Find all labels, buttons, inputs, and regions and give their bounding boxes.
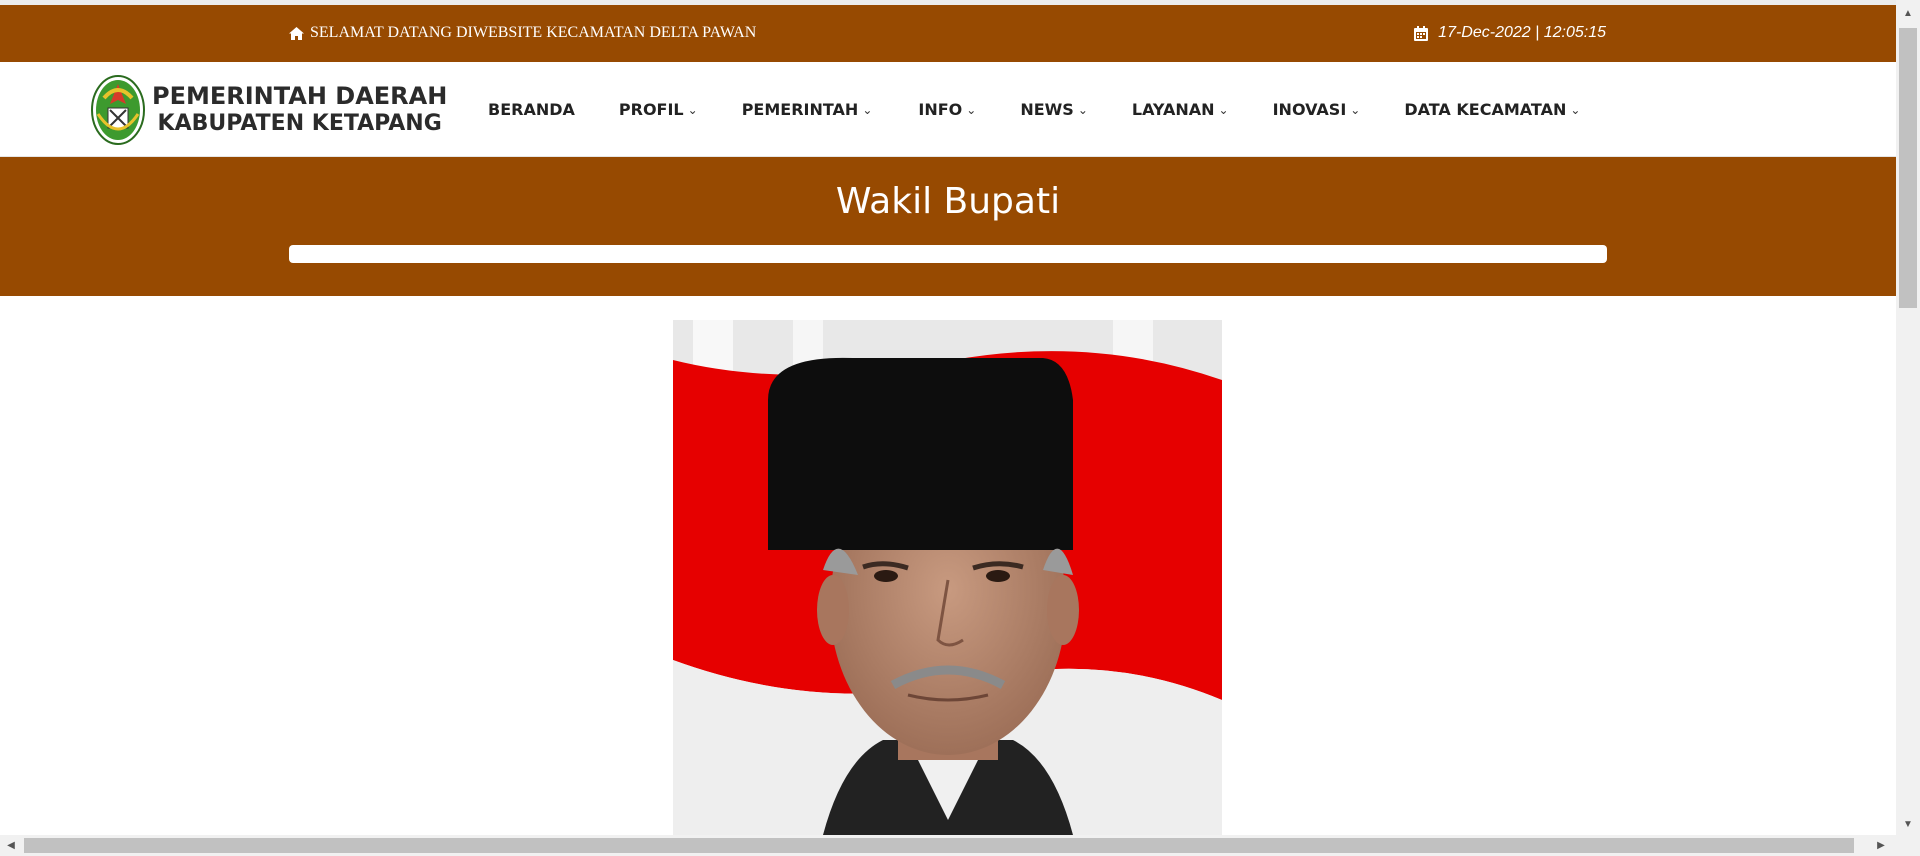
main-menu: BERANDA PROFIL ⌄ PEMERINTAH ⌄ INFO ⌄ NEW… — [488, 62, 1580, 157]
chevron-down-icon: ⌄ — [1077, 102, 1088, 117]
page-title-banner: Wakil Bupati — [0, 157, 1896, 296]
nav-item-data-kecamatan[interactable]: DATA KECAMATAN ⌄ — [1404, 100, 1580, 119]
top-info-bar: SELAMAT DATANG DIWEBSITE KECAMATAN DELTA… — [0, 5, 1896, 62]
calendar-icon — [1414, 25, 1429, 41]
logo-line-2: KABUPATEN KETAPANG — [157, 111, 442, 136]
ketapang-emblem-icon — [91, 75, 145, 145]
nav-item-inovasi[interactable]: INOVASI ⌄ — [1273, 100, 1361, 119]
scroll-up-arrow-icon[interactable]: ▲ — [1896, 4, 1920, 24]
portrait-image — [673, 320, 1222, 835]
welcome-message: SELAMAT DATANG DIWEBSITE KECAMATAN DELTA… — [289, 24, 756, 42]
chevron-down-icon: ⌄ — [1570, 102, 1581, 117]
horizontal-scroll-thumb[interactable] — [24, 838, 1854, 853]
nav-label-layanan: LAYANAN — [1131, 100, 1215, 119]
vertical-scroll-thumb[interactable] — [1899, 28, 1917, 308]
main-navbar: PEMERINTAH DAERAH KABUPATEN KETAPANG BER… — [0, 62, 1896, 157]
datetime-display: 17-Dec-2022 | 12:05:15 — [1414, 24, 1606, 42]
official-portrait-photo — [673, 320, 1222, 835]
nav-label-news: NEWS — [1020, 100, 1074, 119]
nav-label-profil: PROFIL — [618, 100, 684, 119]
nav-label-data-kecamatan: DATA KECAMATAN — [1404, 100, 1567, 119]
datetime-text: 17-Dec-2022 | 12:05:15 — [1438, 24, 1606, 41]
vertical-scrollbar[interactable]: ▲ ▼ — [1896, 0, 1920, 835]
site-logo[interactable]: PEMERINTAH DAERAH KABUPATEN KETAPANG — [90, 70, 447, 150]
chevron-down-icon: ⌄ — [966, 102, 977, 117]
page-title: Wakil Bupati — [835, 181, 1061, 222]
chevron-down-icon: ⌄ — [1350, 102, 1361, 117]
home-icon — [289, 26, 304, 40]
nav-label-beranda: BERANDA — [488, 100, 575, 119]
nav-item-profil[interactable]: PROFIL ⌄ — [619, 100, 698, 119]
logo-line-1: PEMERINTAH DAERAH — [152, 82, 448, 110]
nav-label-info: INFO — [918, 100, 963, 119]
nav-item-beranda[interactable]: BERANDA — [488, 100, 575, 119]
nav-item-pemerintah[interactable]: PEMERINTAH ⌄ — [742, 100, 873, 119]
chevron-down-icon: ⌄ — [1218, 102, 1229, 117]
scroll-left-arrow-icon[interactable]: ◀ — [0, 835, 22, 856]
horizontal-scrollbar[interactable]: ◀ ▶ — [0, 835, 1920, 856]
nav-item-layanan[interactable]: LAYANAN ⌄ — [1132, 100, 1229, 119]
chevron-down-icon: ⌄ — [862, 102, 873, 117]
banner-divider-bar — [289, 245, 1607, 263]
scroll-down-arrow-icon[interactable]: ▼ — [1896, 815, 1920, 835]
nav-label-pemerintah: PEMERINTAH — [741, 100, 859, 119]
nav-item-info[interactable]: INFO ⌄ — [918, 100, 976, 119]
nav-label-inovasi: INOVASI — [1272, 100, 1347, 119]
welcome-text: SELAMAT DATANG DIWEBSITE KECAMATAN DELTA… — [310, 24, 757, 41]
chevron-down-icon: ⌄ — [687, 102, 698, 117]
nav-item-news[interactable]: NEWS ⌄ — [1020, 100, 1088, 119]
scroll-right-arrow-icon[interactable]: ▶ — [1870, 835, 1892, 856]
